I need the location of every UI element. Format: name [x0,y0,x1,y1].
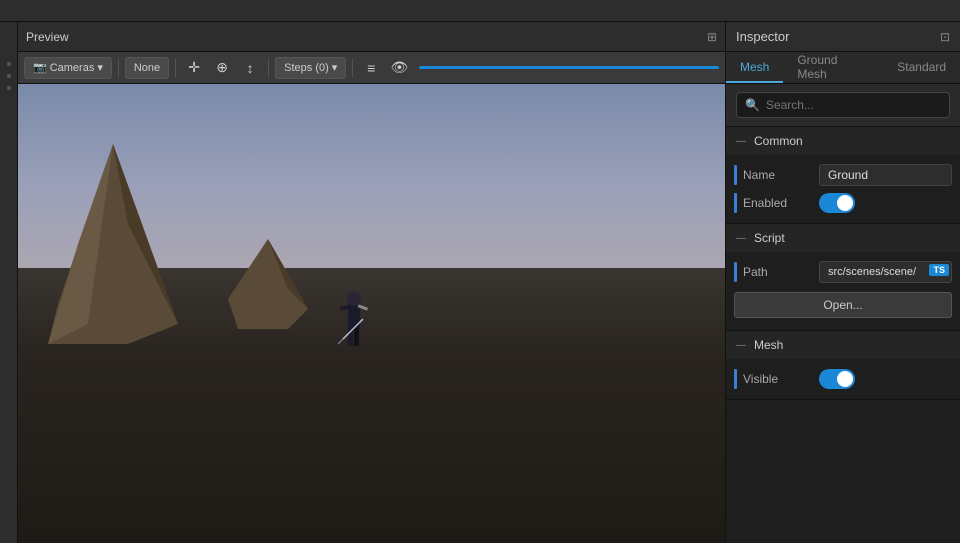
prop-label-path: Path [743,265,813,279]
prop-label-enabled: Enabled [743,196,813,210]
inspector-header: Inspector ⊡ [726,22,960,52]
section-common-title: Common [754,134,803,148]
section-mesh-header[interactable]: — Mesh [726,331,960,359]
main-layout: Preview ⊞ 📷 Cameras ▾ None ✛ ⊕ ↕ [0,22,960,543]
none-button[interactable]: None [125,57,169,79]
rock-left [48,144,178,344]
prop-accent-enabled [734,193,737,213]
prop-row-path: Path src/scenes/scene/ TS [726,258,960,286]
inspector-title: Inspector [736,29,789,44]
inspector-tabs: Mesh Ground Mesh Standard [726,52,960,84]
menu-icon: ≡ [367,60,375,76]
prop-label-name: Name [743,168,813,182]
prop-label-visible: Visible [743,372,813,386]
prop-accent-path [734,262,737,282]
window-title-bar [0,0,960,22]
prop-accent-visible [734,369,737,389]
search-icon: 🔍 [745,98,760,112]
sidebar-dot [7,86,11,90]
ts-badge: TS [929,264,949,276]
section-script-body: Path src/scenes/scene/ TS Open... [726,252,960,330]
menu-button[interactable]: ≡ [359,57,383,79]
move-tool-button[interactable]: ✛ [182,57,206,79]
tab-ground-mesh-label: Ground Mesh [797,53,869,81]
preview-header: Preview ⊞ [18,22,725,52]
tab-ground-mesh[interactable]: Ground Mesh [783,52,883,83]
rotate-icon: ⊕ [216,59,228,76]
open-button[interactable]: Open... [734,292,952,318]
toolbar-separator [118,59,119,77]
left-sidebar [0,22,18,543]
tab-standard[interactable]: Standard [883,52,960,83]
search-input[interactable] [766,98,941,112]
section-common-header[interactable]: — Common [726,127,960,155]
sidebar-dot [7,62,11,66]
search-input-wrapper[interactable]: 🔍 [736,92,950,118]
collapse-common-icon: — [736,136,746,147]
steps-chevron-icon: ▾ [332,61,338,74]
open-btn-row: Open... [726,286,960,324]
preview-title: Preview [26,30,69,44]
chevron-down-icon: ▾ [97,61,103,74]
prop-row-visible: Visible [726,365,960,393]
name-input[interactable] [828,168,943,182]
tab-mesh[interactable]: Mesh [726,52,783,83]
scale-tool-button[interactable]: ↕ [238,57,262,79]
toolbar-separator [268,59,269,77]
cameras-label: Cameras [50,62,95,74]
section-mesh: — Mesh Visible [726,331,960,400]
collapse-script-icon: — [736,233,746,244]
preview-expand-icon[interactable]: ⊞ [707,30,717,44]
inspector-content: — Common Name Enabled [726,127,960,543]
prop-accent-name [734,165,737,185]
preview-viewport[interactable] [18,84,725,543]
toolbar-separator [352,59,353,77]
path-text: src/scenes/scene/ [828,266,916,278]
inspector-panel: Inspector ⊡ Mesh Ground Mesh Standard 🔍 [726,22,960,543]
character [338,284,368,354]
section-script: — Script Path src/scenes/scene/ TS [726,224,960,331]
section-common-body: Name Enabled [726,155,960,223]
steps-label: Steps (0) [284,62,329,74]
collapse-mesh-icon: — [736,340,746,351]
toolbar-separator [175,59,176,77]
section-mesh-body: Visible [726,359,960,399]
prop-row-name: Name [726,161,960,189]
inspector-expand-icon[interactable]: ⊡ [940,30,950,44]
camera-icon: 📷 [33,61,47,74]
move-icon: ✛ [188,59,200,76]
cameras-button[interactable]: 📷 Cameras ▾ [24,57,112,79]
tab-standard-label: Standard [897,60,946,74]
preview-panel: Preview ⊞ 📷 Cameras ▾ None ✛ ⊕ ↕ [18,22,726,543]
prop-value-path[interactable]: src/scenes/scene/ TS [819,261,952,283]
steps-button[interactable]: Steps (0) ▾ [275,57,346,79]
eye-icon: 👁 [390,59,408,76]
progress-bar [419,66,719,69]
tab-mesh-label: Mesh [740,60,769,74]
preview-toolbar: 📷 Cameras ▾ None ✛ ⊕ ↕ Steps (0) ▾ [18,52,725,84]
enabled-toggle[interactable] [819,193,855,213]
visible-toggle[interactable] [819,369,855,389]
section-mesh-title: Mesh [754,338,783,352]
preview-scene [18,84,725,543]
none-label: None [134,62,160,74]
section-script-header[interactable]: — Script [726,224,960,252]
prop-row-enabled: Enabled [726,189,960,217]
section-script-title: Script [754,231,785,245]
rotate-tool-button[interactable]: ⊕ [210,57,234,79]
scale-icon: ↕ [247,60,254,76]
search-bar: 🔍 [726,84,960,127]
section-common: — Common Name Enabled [726,127,960,224]
prop-value-name[interactable] [819,164,952,186]
rock-right [228,239,308,329]
sidebar-dot [7,74,11,78]
eye-button[interactable]: 👁 [387,57,411,79]
